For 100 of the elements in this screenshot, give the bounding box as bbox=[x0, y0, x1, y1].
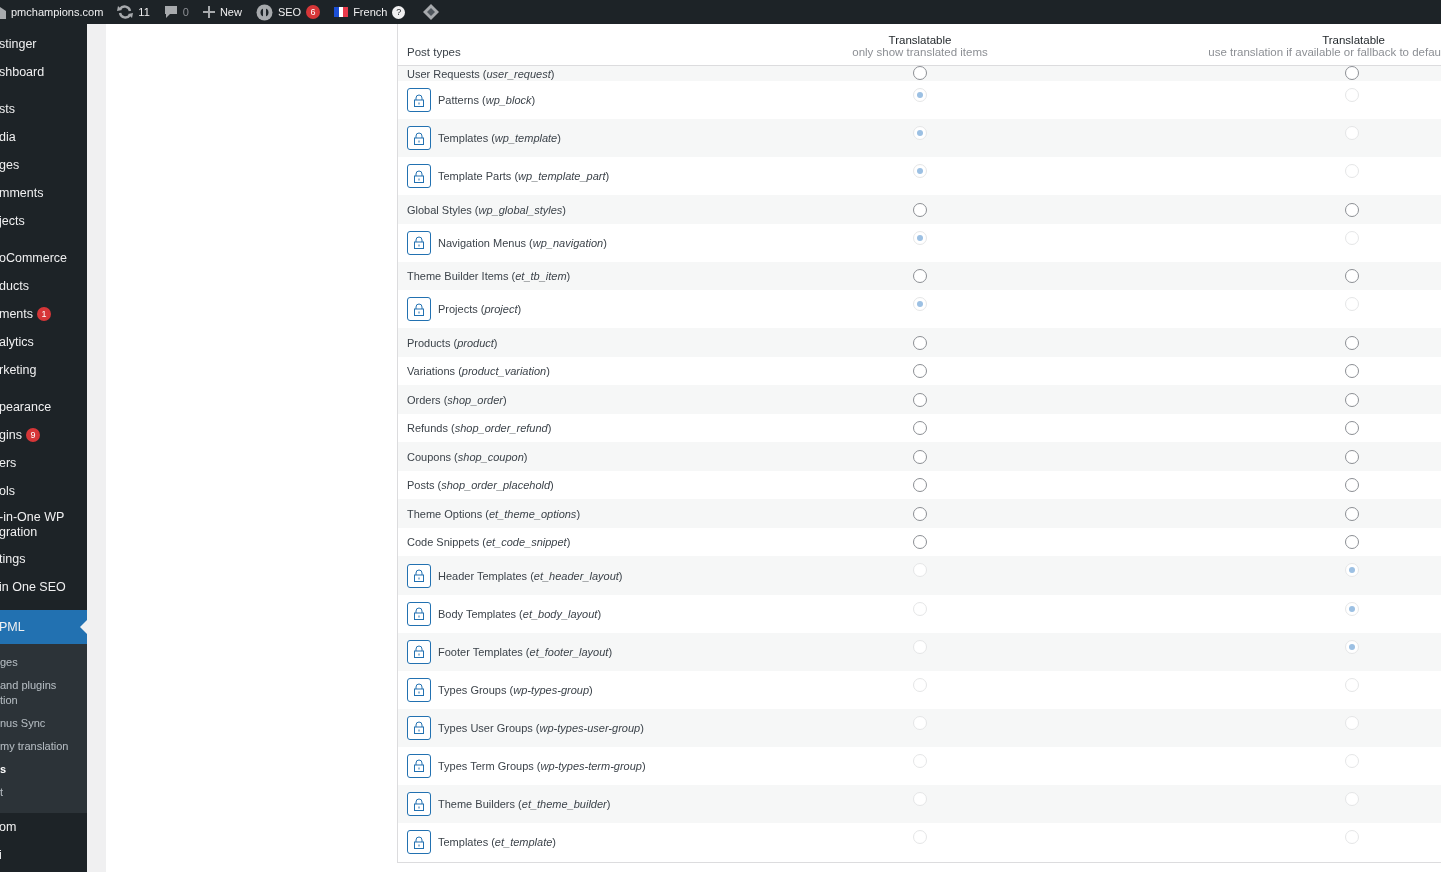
home-icon[interactable] bbox=[0, 5, 6, 19]
diamond-icon[interactable] bbox=[423, 4, 440, 20]
lock-button[interactable] bbox=[407, 126, 431, 151]
post-type-name: Navigation Menus (wp_navigation) bbox=[438, 236, 607, 249]
plus-icon[interactable] bbox=[202, 6, 215, 18]
submenu-item[interactable]: ges bbox=[0, 651, 87, 674]
radio-button[interactable] bbox=[913, 421, 927, 436]
radio-button[interactable] bbox=[1345, 478, 1359, 493]
lock-button[interactable] bbox=[407, 601, 431, 626]
lock-button[interactable] bbox=[407, 297, 431, 322]
help-badge[interactable]: ? bbox=[392, 5, 406, 19]
column-header: Post types bbox=[406, 46, 462, 60]
lock-button[interactable] bbox=[407, 754, 431, 778]
submenu-item[interactable]: s bbox=[0, 758, 87, 781]
post-type-name: Header Templates (et_header_layout) bbox=[438, 569, 623, 582]
post-type-name: User Requests (user_request) bbox=[407, 68, 555, 80]
menu-item[interactable]: PML bbox=[0, 610, 87, 644]
menu-item[interactable]: in One SEO bbox=[0, 573, 87, 601]
menu-item[interactable]: dia bbox=[0, 123, 87, 151]
lock-icon bbox=[413, 607, 425, 621]
menu-item[interactable]: -in-One WP gration bbox=[0, 505, 87, 545]
menu-item[interactable]: i bbox=[0, 841, 87, 869]
menu-item[interactable]: ers bbox=[0, 449, 87, 477]
submenu-item[interactable]: nus Sync bbox=[0, 712, 87, 735]
menu-item[interactable]: ducts bbox=[0, 272, 87, 300]
menu-item[interactable]: rketing bbox=[0, 356, 87, 384]
lock-button[interactable] bbox=[407, 677, 431, 702]
radio-button[interactable] bbox=[1345, 535, 1359, 550]
radio-button[interactable] bbox=[913, 66, 927, 80]
seo-count-badge: 6 bbox=[306, 5, 321, 19]
radio-button[interactable] bbox=[1345, 335, 1359, 350]
lock-button[interactable] bbox=[407, 563, 431, 588]
radio-button[interactable] bbox=[913, 506, 927, 521]
lock-button[interactable] bbox=[407, 715, 431, 740]
menu-item[interactable]: shboard bbox=[0, 58, 87, 86]
submenu-item[interactable]: and plugins tion bbox=[0, 674, 87, 712]
site-link[interactable]: pmchampions.com bbox=[11, 6, 104, 18]
radio-button[interactable] bbox=[1345, 392, 1359, 407]
menu-item[interactable]: om bbox=[0, 813, 87, 841]
menu-item[interactable]: mments bbox=[0, 179, 87, 207]
lock-button[interactable] bbox=[407, 639, 431, 664]
menu-item[interactable]: ols bbox=[0, 477, 87, 505]
lock-icon bbox=[413, 721, 425, 735]
menu-item[interactable]: gins 9 bbox=[0, 421, 87, 449]
menu-item[interactable]: pearance bbox=[0, 393, 87, 421]
radio-button[interactable] bbox=[1345, 364, 1359, 379]
post-type-name: Code Snippets (et_code_snippet) bbox=[407, 536, 571, 549]
post-type-name: Template Parts (wp_template_part) bbox=[438, 170, 610, 183]
new-link[interactable]: New bbox=[219, 6, 242, 18]
submenu-item[interactable]: t bbox=[0, 781, 87, 804]
post-type-name: Templates (wp_template) bbox=[438, 132, 561, 145]
lock-button[interactable] bbox=[407, 88, 431, 113]
radio-button[interactable] bbox=[913, 202, 927, 217]
lock-button[interactable] bbox=[407, 230, 431, 255]
refresh-icon[interactable] bbox=[117, 5, 134, 19]
menu-item[interactable]: alytics bbox=[0, 328, 87, 356]
updates-count[interactable]: 11 bbox=[138, 6, 150, 18]
post-type-name: Types Groups (wp-types-group) bbox=[438, 683, 593, 696]
lock-button[interactable] bbox=[407, 830, 431, 855]
post-type-name: Templates (et_template) bbox=[438, 836, 556, 849]
radio-button[interactable] bbox=[913, 269, 927, 284]
radio-button[interactable] bbox=[913, 535, 927, 550]
radio-button[interactable] bbox=[1345, 421, 1359, 436]
post-type-name: Theme Builders (et_theme_builder) bbox=[438, 798, 611, 811]
radio-button[interactable] bbox=[1345, 202, 1359, 217]
menu-item[interactable]: sts bbox=[0, 95, 87, 123]
radio-button[interactable] bbox=[1345, 449, 1359, 464]
column-subtitle: only show translated items bbox=[852, 45, 988, 58]
menu-item[interactable]: ments 1 bbox=[0, 300, 87, 328]
lock-icon bbox=[413, 835, 425, 849]
post-type-name: Footer Templates (et_footer_layout) bbox=[438, 645, 613, 658]
radio-button[interactable] bbox=[913, 478, 927, 493]
lock-icon bbox=[413, 236, 425, 250]
post-type-name: Coupons (shop_coupon) bbox=[407, 450, 528, 463]
radio-button[interactable] bbox=[913, 364, 927, 379]
comment-icon[interactable] bbox=[163, 5, 178, 19]
post-type-name: Types User Groups (wp-types-user-group) bbox=[438, 721, 644, 734]
lock-button[interactable] bbox=[407, 164, 431, 189]
seo-link[interactable]: SEO bbox=[277, 6, 302, 18]
language-switcher[interactable]: French bbox=[353, 6, 388, 18]
radio-button[interactable] bbox=[1345, 269, 1359, 284]
radio-button[interactable] bbox=[913, 392, 927, 407]
post-type-name: Types Term Groups (wp-types-term-group) bbox=[438, 760, 646, 772]
lock-icon bbox=[413, 569, 425, 582]
submenu-item[interactable]: my translation bbox=[0, 735, 87, 758]
menu-item[interactable]: stinger bbox=[0, 30, 87, 58]
menu-item[interactable]: ges bbox=[0, 151, 87, 179]
radio-button[interactable] bbox=[1345, 66, 1359, 80]
gear-icon[interactable] bbox=[255, 3, 273, 21]
post-type-name: Variations (product_variation) bbox=[407, 365, 550, 378]
lock-icon bbox=[413, 645, 425, 659]
menu-item[interactable]: oCommerce bbox=[0, 244, 87, 272]
comments-count[interactable]: 0 bbox=[182, 6, 189, 18]
lock-button[interactable] bbox=[407, 792, 431, 817]
radio-button[interactable] bbox=[913, 335, 927, 350]
column-header: Translatable bbox=[1322, 33, 1385, 46]
radio-button[interactable] bbox=[913, 449, 927, 464]
flag-icon[interactable] bbox=[334, 7, 349, 17]
menu-item[interactable]: tings bbox=[0, 545, 87, 573]
radio-button[interactable] bbox=[1345, 506, 1359, 521]
